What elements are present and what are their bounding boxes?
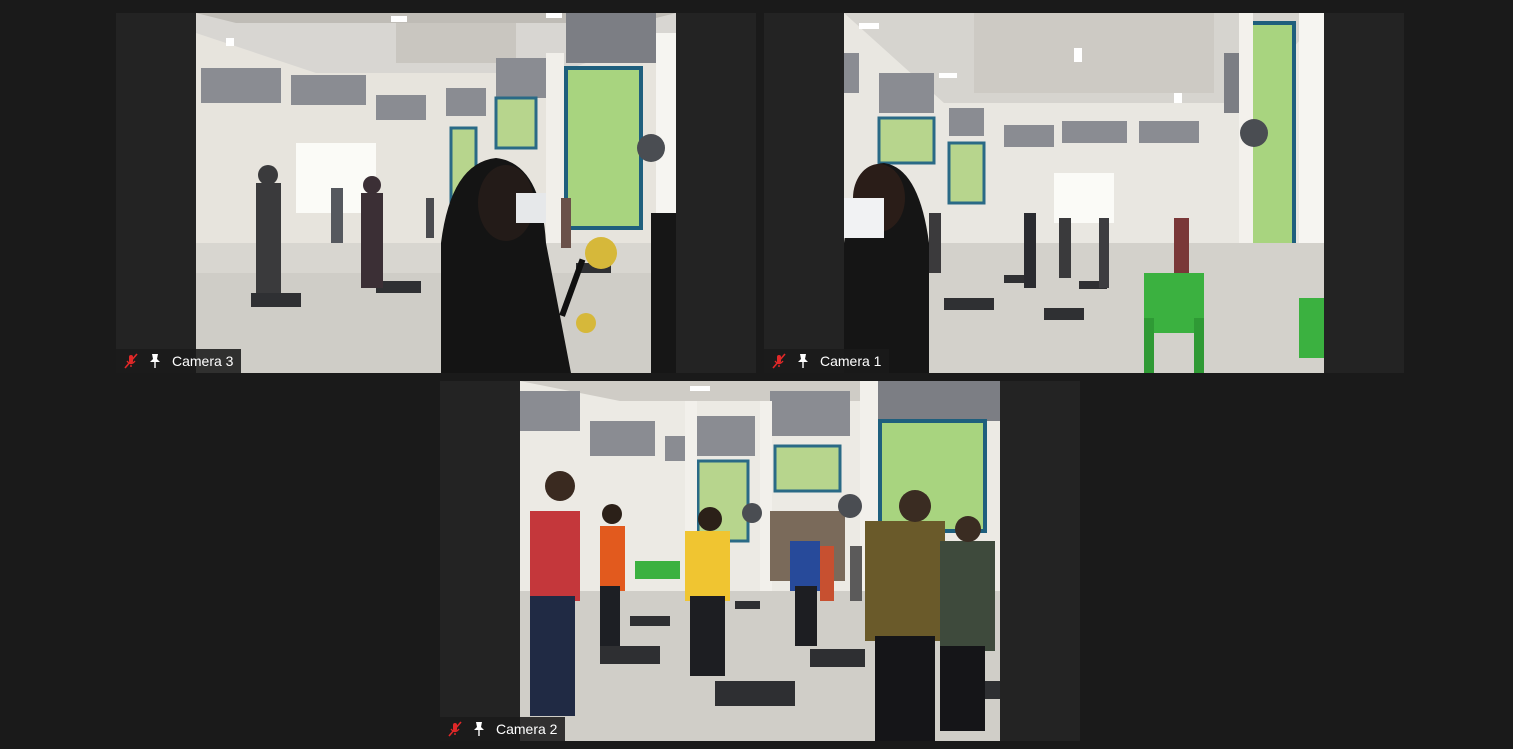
participant-nameplate: Camera 2 [440,717,566,741]
microphone-muted-icon [770,352,788,370]
video-frame-hall-interior [196,13,676,373]
participant-tile-camera-3[interactable]: Camera 3 [116,13,756,373]
video-feed [196,13,676,373]
pin-icon[interactable] [794,352,812,370]
microphone-muted-icon [446,720,464,738]
participant-tile-camera-1[interactable]: Camera 1 [764,13,1404,373]
participant-tile-camera-2[interactable]: Camera 2 [440,381,1080,741]
video-feed [520,381,1000,741]
microphone-muted-icon [122,352,140,370]
participant-name: Camera 2 [496,721,558,737]
video-frame-hall-interior [844,13,1324,373]
pin-icon[interactable] [470,720,488,738]
video-frame-hall-interior [520,381,1000,741]
participant-name: Camera 3 [172,353,234,369]
video-feed [844,13,1324,373]
video-gallery: Camera 3 Camera 1 Camera 2 [0,0,1513,749]
participant-nameplate: Camera 1 [764,349,890,373]
participant-name: Camera 1 [820,353,882,369]
pin-icon[interactable] [146,352,164,370]
participant-nameplate: Camera 3 [116,349,242,373]
